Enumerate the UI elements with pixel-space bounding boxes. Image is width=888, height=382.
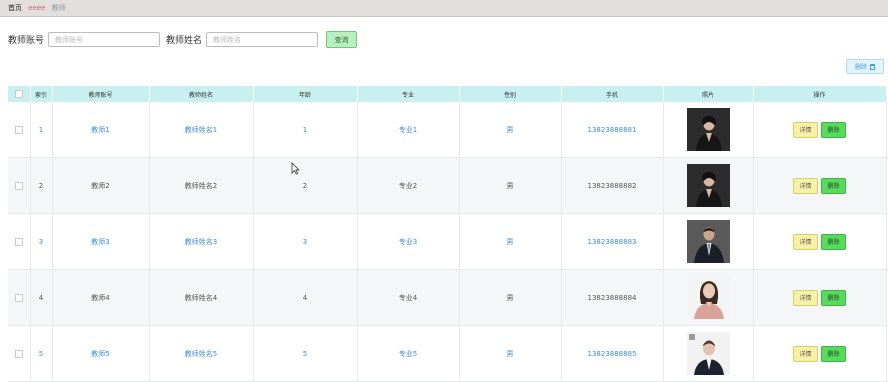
cell-photo <box>663 157 754 214</box>
cell-photo <box>663 102 754 158</box>
cell-phone[interactable]: 13823888885 <box>561 325 664 382</box>
query-button[interactable]: 查询 <box>326 31 358 48</box>
table-header-row: 索引 教师账号 教师姓名 年龄 专业 性别 手机 照片 操作 <box>8 86 887 102</box>
cell-gender[interactable]: 男 <box>459 269 562 326</box>
cell-age[interactable]: 4 <box>253 269 358 326</box>
cell-account[interactable]: 教师1 <box>52 102 150 158</box>
batch-delete-button[interactable]: 删除 <box>846 59 884 74</box>
cell-phone[interactable]: 13823888881 <box>561 102 664 158</box>
cell-name[interactable]: 教师姓名1 <box>149 102 254 158</box>
row-delete-button[interactable]: 删除 <box>821 233 846 250</box>
row-checkbox[interactable] <box>14 181 23 190</box>
cell-actions: 详情 删除 <box>753 157 887 214</box>
account-label: 教师账号 <box>8 36 45 46</box>
trash-icon <box>870 63 875 70</box>
cell-actions: 详情 删除 <box>753 325 887 382</box>
cell-index: 3 <box>30 213 53 270</box>
detail-button[interactable]: 详情 <box>793 233 818 250</box>
cell-major[interactable]: 专业2 <box>357 157 460 214</box>
cell-actions: 详情 删除 <box>753 102 887 158</box>
cell-account[interactable]: 教师3 <box>52 213 150 270</box>
detail-button[interactable]: 详情 <box>793 345 818 362</box>
cell-index: 1 <box>30 102 53 158</box>
cell-index: 2 <box>30 157 53 214</box>
table-row: 3 教师3 教师姓名3 3 专业3 男 13823888883 详情 删除 <box>8 213 887 270</box>
cell-phone[interactable]: 13823888884 <box>561 269 664 326</box>
cell-gender[interactable]: 男 <box>459 213 562 270</box>
column-header-gender: 性别 <box>459 86 562 102</box>
top-bar: 首页 eeee 教师 <box>0 0 888 17</box>
select-all-checkbox[interactable] <box>14 90 23 98</box>
name-search-input[interactable] <box>206 32 319 47</box>
cell-age[interactable]: 3 <box>253 213 358 270</box>
table-row: 4 教师4 教师姓名4 4 专业4 男 13823888884 详情 删除 <box>8 269 887 326</box>
table-row: 2 教师2 教师姓名2 2 专业2 男 13823888882 详情 删除 <box>8 157 887 214</box>
column-header-account: 教师账号 <box>52 86 150 102</box>
cell-major[interactable]: 专业4 <box>357 269 460 326</box>
cell-account[interactable]: 教师4 <box>52 269 150 326</box>
column-header-actions: 操作 <box>753 86 887 102</box>
row-delete-button[interactable]: 删除 <box>821 345 846 362</box>
cell-phone[interactable]: 13823888883 <box>561 213 664 270</box>
column-header-phone: 手机 <box>561 86 664 102</box>
select-all-cell <box>8 86 31 102</box>
cell-photo <box>663 325 754 382</box>
search-bar: 教师账号 教师姓名 查询 <box>8 31 358 48</box>
column-header-major: 专业 <box>357 86 460 102</box>
cell-major[interactable]: 专业5 <box>357 325 460 382</box>
table-row: 1 教师1 教师姓名1 1 专业1 男 13823888881 详情 删除 <box>8 102 887 158</box>
row-delete-button[interactable]: 删除 <box>821 121 846 138</box>
breadcrumb-home[interactable]: 首页 <box>8 4 22 12</box>
teacher-photo[interactable] <box>686 164 730 207</box>
cell-name[interactable]: 教师姓名5 <box>149 325 254 382</box>
column-header-index: 索引 <box>30 86 53 102</box>
row-checkbox[interactable] <box>14 293 23 302</box>
teacher-photo[interactable] <box>686 276 730 319</box>
cell-actions: 详情 删除 <box>753 213 887 270</box>
breadcrumb-page: 教师 <box>51 4 66 12</box>
cell-age[interactable]: 1 <box>253 102 358 158</box>
teacher-table: 索引 教师账号 教师姓名 年龄 专业 性别 手机 照片 操作 1 教师1 教师姓… <box>8 86 887 382</box>
cell-major[interactable]: 专业3 <box>357 213 460 270</box>
row-checkbox[interactable] <box>14 349 23 358</box>
row-delete-button[interactable]: 删除 <box>821 289 846 306</box>
row-checkbox[interactable] <box>14 237 23 246</box>
cell-major[interactable]: 专业1 <box>357 102 460 158</box>
cell-gender[interactable]: 男 <box>459 157 562 214</box>
cell-name[interactable]: 教师姓名2 <box>149 157 254 214</box>
teacher-photo[interactable] <box>686 108 730 151</box>
cell-age[interactable]: 2 <box>253 157 358 214</box>
detail-button[interactable]: 详情 <box>793 289 818 306</box>
detail-button[interactable]: 详情 <box>793 121 818 138</box>
column-header-photo: 照片 <box>663 86 754 102</box>
cell-index: 4 <box>30 269 53 326</box>
table-row: 5 教师5 教师姓名5 5 专业5 男 13823888885 详情 删除 <box>8 325 887 382</box>
breadcrumb: 首页 eeee 教师 <box>8 3 70 13</box>
detail-button[interactable]: 详情 <box>793 177 818 194</box>
cell-account[interactable]: 教师2 <box>52 157 150 214</box>
cell-gender[interactable]: 男 <box>459 102 562 158</box>
cell-actions: 详情 删除 <box>753 269 887 326</box>
cell-index: 5 <box>30 325 53 382</box>
name-label: 教师姓名 <box>166 36 203 46</box>
column-header-age: 年龄 <box>253 86 358 102</box>
cell-name[interactable]: 教师姓名4 <box>149 269 254 326</box>
account-search-input[interactable] <box>48 32 161 47</box>
cell-gender[interactable]: 男 <box>459 325 562 382</box>
breadcrumb-current[interactable]: eeee <box>28 4 45 12</box>
row-delete-button[interactable]: 删除 <box>821 177 846 194</box>
cell-phone[interactable]: 13823888882 <box>561 157 664 214</box>
cell-age[interactable]: 5 <box>253 325 358 382</box>
mouse-cursor-icon <box>291 162 300 175</box>
teacher-photo[interactable] <box>686 220 730 263</box>
cell-photo <box>663 213 754 270</box>
cell-photo <box>663 269 754 326</box>
row-checkbox[interactable] <box>14 125 23 134</box>
cell-account[interactable]: 教师5 <box>52 325 150 382</box>
batch-delete-label: 删除 <box>854 64 867 71</box>
teacher-photo[interactable] <box>686 332 730 375</box>
cell-name[interactable]: 教师姓名3 <box>149 213 254 270</box>
column-header-name: 教师姓名 <box>149 86 254 102</box>
